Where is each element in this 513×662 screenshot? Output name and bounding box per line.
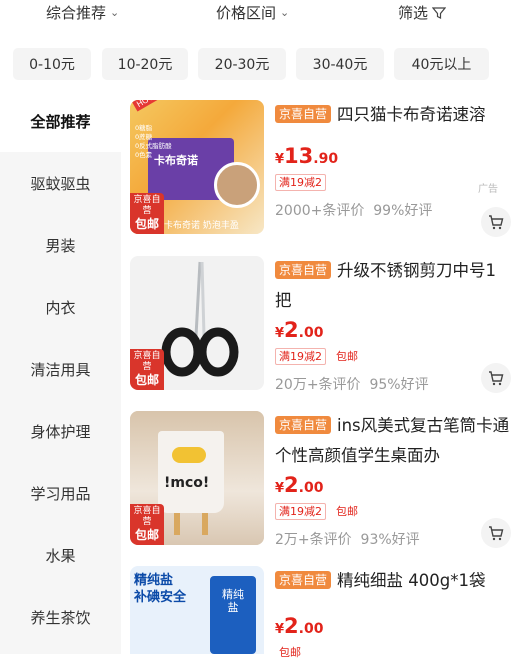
cart-icon	[489, 371, 504, 386]
coffee-cup-graphic	[214, 162, 260, 208]
promo-tags: 满19减2 包邮	[275, 346, 510, 366]
product-meta: 2万+条评价 93%好评	[275, 532, 420, 548]
product-info: 京喜自营 精纯细盐 400g*1袋 ¥2.00 包邮	[275, 566, 510, 662]
product-card[interactable]: 京喜自营 包邮 京喜自营 升级不锈钢剪刀中号1把 ¥2.00 满19减2 包邮 2…	[130, 256, 513, 406]
chevron-down-icon: ⌄	[280, 6, 290, 19]
product-meta: 20万+条评价 95%好评	[275, 377, 429, 393]
cart-icon	[489, 215, 504, 230]
jingxi-badge: 京喜自营	[275, 261, 332, 279]
filter-label: 筛选	[398, 4, 429, 22]
sidebar-item-tea[interactable]: 养生茶饮	[0, 586, 121, 648]
product-title[interactable]: 京喜自营 ins风美式复古笔筒卡通个性高颜值学生桌面办	[275, 411, 510, 471]
product-price: ¥2.00	[275, 473, 324, 497]
product-price: ¥13.90	[275, 144, 339, 168]
sidebar-item-all[interactable]: 全部推荐	[0, 90, 121, 152]
price-chip-0-10[interactable]: 0-10元	[13, 48, 91, 80]
sidebar-item-body-care[interactable]: 身体护理	[0, 400, 121, 462]
product-card[interactable]: !mco! 京喜自营 包邮 京喜自营 ins风美式复古笔筒卡通个性高颜值学生桌面办…	[130, 411, 513, 561]
promo-tag: 包邮	[336, 504, 358, 518]
promo-tag: 满19减2	[275, 502, 326, 520]
product-info: 京喜自营 四只猫卡布奇诺速溶 ¥13.90 满19减2 广告 2000+条评价 9…	[275, 100, 510, 222]
sidebar-item-mosquito[interactable]: 驱蚊驱虫	[0, 152, 121, 214]
sidebar-item-stationery[interactable]: 学习用品	[0, 462, 121, 524]
product-meta: 2000+条评价 99%好评	[275, 203, 433, 219]
price-range-bar: 0-10元 10-20元 20-30元 30-40元 40元以上	[0, 48, 513, 82]
price-chip-20-30[interactable]: 20-30元	[198, 48, 286, 80]
jingxi-badge: 京喜自营	[275, 105, 332, 123]
category-sidebar: 全部推荐 驱蚊驱虫 男装 内衣 清洁用具 身体护理 学习用品 水果 养生茶饮	[0, 90, 121, 654]
sidebar-item-menswear[interactable]: 男装	[0, 214, 121, 276]
promo-tags: 满19减2	[275, 172, 510, 192]
promo-tag: 包邮	[279, 645, 301, 659]
product-image[interactable]: 京喜自营 包邮	[130, 256, 264, 390]
price-chip-40-plus[interactable]: 40元以上	[394, 48, 489, 80]
self-operated-tag: 京喜自营 包邮	[130, 193, 164, 234]
jingxi-badge: 京喜自营	[275, 416, 332, 434]
product-title[interactable]: 京喜自营 精纯细盐 400g*1袋	[275, 566, 510, 596]
chevron-down-icon: ⌄	[110, 6, 120, 19]
product-price: ¥2.00	[275, 318, 324, 342]
sidebar-item-underwear[interactable]: 内衣	[0, 276, 121, 338]
jingxi-badge: 京喜自营	[275, 571, 332, 589]
add-to-cart-button[interactable]	[481, 363, 511, 393]
sidebar-item-fruit[interactable]: 水果	[0, 524, 121, 586]
promo-tag: 满19减2	[275, 173, 326, 191]
salt-headline: 精纯盐 补碘安全	[134, 573, 187, 605]
sort-comprehensive-label: 综合推荐	[46, 4, 107, 22]
add-to-cart-button[interactable]	[481, 207, 511, 237]
sort-price-range-label: 价格区间	[216, 4, 277, 22]
salt-bag-graphic: 精纯盐	[210, 576, 256, 654]
promo-tag: 包邮	[336, 349, 358, 363]
cart-icon	[489, 526, 504, 541]
sort-bar: 综合推荐 ⌄ 价格区间 ⌄ 筛选	[0, 0, 513, 26]
product-title[interactable]: 京喜自营 四只猫卡布奇诺速溶	[275, 100, 510, 130]
self-operated-tag: 京喜自营 包邮	[130, 349, 164, 390]
sidebar-item-cleaning[interactable]: 清洁用具	[0, 338, 121, 400]
price-chip-30-40[interactable]: 30-40元	[296, 48, 384, 80]
promo-tag: 满19减2	[275, 347, 326, 365]
product-image[interactable]: 卡布奇诺 0糖脂 0蔗糖 0反式脂肪酸 0色素 卡布奇诺 奶泡丰盈 HOT 京喜…	[130, 100, 264, 234]
sort-comprehensive[interactable]: 综合推荐 ⌄	[46, 2, 119, 23]
product-image[interactable]: !mco! 京喜自营 包邮	[130, 411, 264, 545]
product-title[interactable]: 京喜自营 升级不锈钢剪刀中号1把	[275, 256, 510, 316]
pen-holder-graphic: !mco!	[158, 431, 224, 513]
ad-label: 广告	[478, 184, 498, 195]
product-card[interactable]: 卡布奇诺 0糖脂 0蔗糖 0反式脂肪酸 0色素 卡布奇诺 奶泡丰盈 HOT 京喜…	[130, 100, 513, 250]
product-info: 京喜自营 ins风美式复古笔筒卡通个性高颜值学生桌面办 ¥2.00 满19减2 包…	[275, 411, 510, 551]
product-feature-list: 0糖脂 0蔗糖 0反式脂肪酸 0色素	[135, 124, 172, 159]
self-operated-tag: 京喜自营 包邮	[130, 504, 164, 545]
sort-price-range[interactable]: 价格区间 ⌄	[216, 2, 289, 23]
filter-button[interactable]: 筛选	[398, 2, 447, 23]
price-chip-10-20[interactable]: 10-20元	[102, 48, 188, 80]
product-image[interactable]: 精纯盐 补碘安全 精纯盐	[130, 566, 264, 654]
promo-tags: 满19减2 包邮	[275, 501, 510, 521]
product-info: 京喜自营 升级不锈钢剪刀中号1把 ¥2.00 满19减2 包邮 20万+条评价 9…	[275, 256, 510, 396]
add-to-cart-button[interactable]	[481, 518, 511, 548]
filter-icon	[432, 6, 447, 19]
product-price: ¥2.00	[275, 614, 324, 638]
product-card[interactable]: 精纯盐 补碘安全 精纯盐 京喜自营 精纯细盐 400g*1袋 ¥2.00 包邮	[130, 566, 513, 659]
promo-tags: 包邮	[275, 642, 510, 662]
